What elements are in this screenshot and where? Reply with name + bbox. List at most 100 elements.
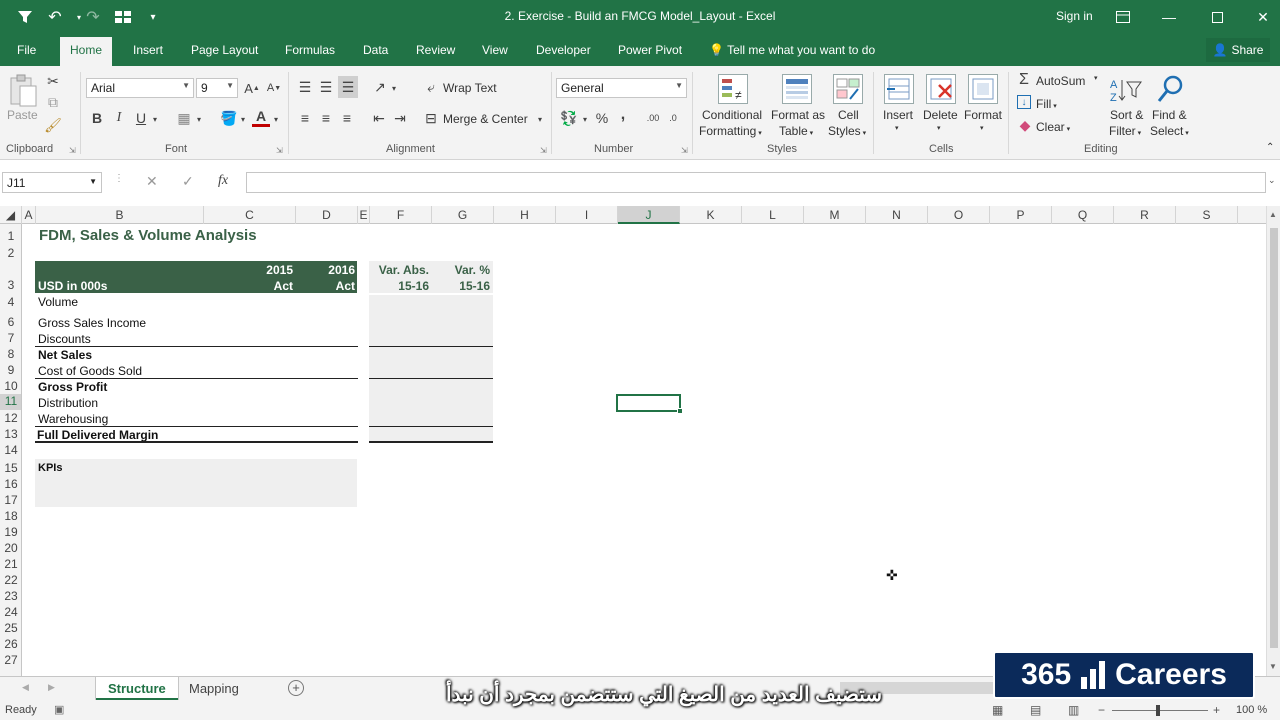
column-header-r[interactable]: R <box>1114 206 1176 224</box>
paste-button[interactable]: Paste <box>7 108 38 122</box>
close-icon[interactable]: ✕ <box>1240 0 1280 34</box>
row-header[interactable]: 2 <box>0 246 21 260</box>
column-header-f[interactable]: F <box>370 206 432 224</box>
row-header[interactable]: 7 <box>0 331 21 345</box>
scroll-up-icon[interactable]: ▲ <box>1269 210 1277 219</box>
insert-cells-button[interactable]: Insert <box>883 108 913 122</box>
align-bottom-icon[interactable]: ☰ <box>338 76 358 98</box>
find-select-icon[interactable] <box>1155 74 1185 104</box>
collapse-ribbon-icon[interactable]: ⌃ <box>1266 142 1274 153</box>
column-header-d[interactable]: D <box>296 206 358 224</box>
worksheet-grid[interactable]: FDM, Sales & Volume Analysis USD in 000s… <box>22 224 1266 676</box>
column-header-a[interactable]: A <box>22 206 36 224</box>
name-box[interactable]: J11 ▼ <box>2 172 102 193</box>
font-size-select[interactable]: 9 ▼ <box>196 78 238 98</box>
row-header[interactable]: 14 <box>0 443 21 457</box>
row-header[interactable]: 22 <box>0 573 21 587</box>
chevron-down-icon[interactable]: ▾ <box>1094 74 1098 82</box>
add-sheet-icon[interactable]: + <box>288 680 304 696</box>
chevron-down-icon[interactable]: ▾ <box>194 113 204 125</box>
chevron-down-icon[interactable]: ▾ <box>389 82 399 94</box>
number-launcher-icon[interactable]: ⇲ <box>681 146 688 155</box>
cell-styles-label-2[interactable]: Styles ▾ <box>828 124 866 138</box>
format-as-table-icon[interactable] <box>782 74 812 104</box>
borders-icon[interactable]: ▦ <box>175 109 193 127</box>
sheet-tab-structure[interactable]: Structure <box>96 677 178 700</box>
page-layout-view-icon[interactable]: ▤ <box>1030 703 1041 717</box>
percent-button[interactable]: % <box>594 109 610 127</box>
column-header-m[interactable]: M <box>804 206 866 224</box>
alignment-launcher-icon[interactable]: ⇲ <box>540 146 547 155</box>
chevron-down-icon[interactable]: ▾ <box>580 113 590 125</box>
tab-formulas[interactable]: Formulas <box>285 43 335 57</box>
row-header[interactable]: 3 <box>0 278 21 292</box>
macro-record-icon[interactable]: ▣ <box>54 703 64 716</box>
chevron-down-icon[interactable]: ▾ <box>238 113 248 125</box>
row-header[interactable]: 27 <box>0 653 21 667</box>
autosum-button[interactable]: AutoSum <box>1036 74 1085 88</box>
increase-indent-icon[interactable]: ⇥ <box>391 109 409 127</box>
column-header-o[interactable]: O <box>928 206 990 224</box>
insert-function-icon[interactable]: fx <box>218 173 228 189</box>
normal-view-icon[interactable]: ▦ <box>992 703 1003 717</box>
paste-icon[interactable] <box>8 74 38 107</box>
cell-styles-icon[interactable] <box>833 74 863 104</box>
page-break-view-icon[interactable]: ▥ <box>1068 703 1079 717</box>
font-launcher-icon[interactable]: ⇲ <box>276 146 283 155</box>
delete-cells-icon[interactable] <box>926 74 956 104</box>
enter-icon[interactable]: ✓ <box>182 173 194 190</box>
fill-down-icon[interactable]: ↓ <box>1017 95 1031 109</box>
font-color-icon[interactable]: A <box>252 107 270 127</box>
column-header-s[interactable]: S <box>1176 206 1238 224</box>
column-header-i[interactable]: I <box>556 206 618 224</box>
fill-color-icon[interactable]: 🪣 <box>220 109 238 127</box>
row-header[interactable]: 11 <box>0 394 21 410</box>
conditional-formatting-label-2[interactable]: Formatting ▾ <box>699 124 762 138</box>
column-header-p[interactable]: P <box>990 206 1052 224</box>
column-header-j[interactable]: J <box>618 206 680 224</box>
align-top-icon[interactable]: ☰ <box>296 78 314 96</box>
row-header[interactable]: 16 <box>0 477 21 491</box>
chevron-down-icon[interactable]: ▾ <box>535 113 545 125</box>
find-select-label-2[interactable]: Select ▾ <box>1150 124 1189 138</box>
accounting-format-icon[interactable]: 💱 <box>559 109 579 127</box>
tab-page-layout[interactable]: Page Layout <box>191 43 258 57</box>
row-header[interactable]: 10 <box>0 379 21 393</box>
share-button[interactable]: 👤 Share <box>1206 38 1270 62</box>
italic-button[interactable]: I <box>111 109 127 127</box>
ribbon-display-icon[interactable] <box>1100 0 1146 34</box>
sign-in-link[interactable]: Sign in <box>1056 9 1093 23</box>
column-header-q[interactable]: Q <box>1052 206 1114 224</box>
format-cells-button[interactable]: Format <box>964 108 1002 122</box>
tab-developer[interactable]: Developer <box>536 43 591 57</box>
row-header[interactable]: 13 <box>0 427 21 441</box>
row-header[interactable]: 6 <box>0 315 21 329</box>
align-center-icon[interactable]: ≡ <box>317 109 335 127</box>
wrap-text-icon[interactable]: ⤶ <box>422 78 440 96</box>
tab-power-pivot[interactable]: Power Pivot <box>618 43 682 57</box>
chevron-down-icon[interactable]: ▾ <box>937 124 941 132</box>
next-sheet-icon[interactable]: ▶ <box>48 682 55 693</box>
tell-me-search[interactable]: 💡 Tell me what you want to do <box>709 43 875 57</box>
chevron-down-icon[interactable]: ▾ <box>271 113 281 125</box>
zoom-level[interactable]: 100 % <box>1236 704 1267 716</box>
decrease-decimal-icon[interactable]: .0 <box>664 109 682 127</box>
increase-decimal-icon[interactable]: .00 <box>644 109 662 127</box>
tab-home[interactable]: Home <box>60 37 113 66</box>
decrease-indent-icon[interactable]: ⇤ <box>370 109 388 127</box>
sort-filter-label-2[interactable]: Filter ▾ <box>1109 124 1141 138</box>
zoom-slider-thumb[interactable] <box>1156 705 1160 716</box>
row-header[interactable]: 9 <box>0 363 21 377</box>
autosum-icon[interactable]: Σ <box>1016 71 1032 89</box>
active-cell[interactable] <box>616 394 683 414</box>
tab-review[interactable]: Review <box>416 43 455 57</box>
vertical-scrollbar[interactable]: ▲ ▼ <box>1266 206 1280 676</box>
zoom-in-icon[interactable]: + <box>1213 703 1220 717</box>
sort-filter-icon[interactable]: AZ <box>1110 74 1142 104</box>
chevron-down-icon[interactable]: ▾ <box>980 124 984 132</box>
find-select-label[interactable]: Find & <box>1152 108 1187 122</box>
font-name-select[interactable]: Arial ▼ <box>86 78 194 98</box>
column-header-b[interactable]: B <box>36 206 204 224</box>
row-header[interactable]: 24 <box>0 605 21 619</box>
format-painter-icon[interactable]: 🖌 <box>44 116 62 134</box>
